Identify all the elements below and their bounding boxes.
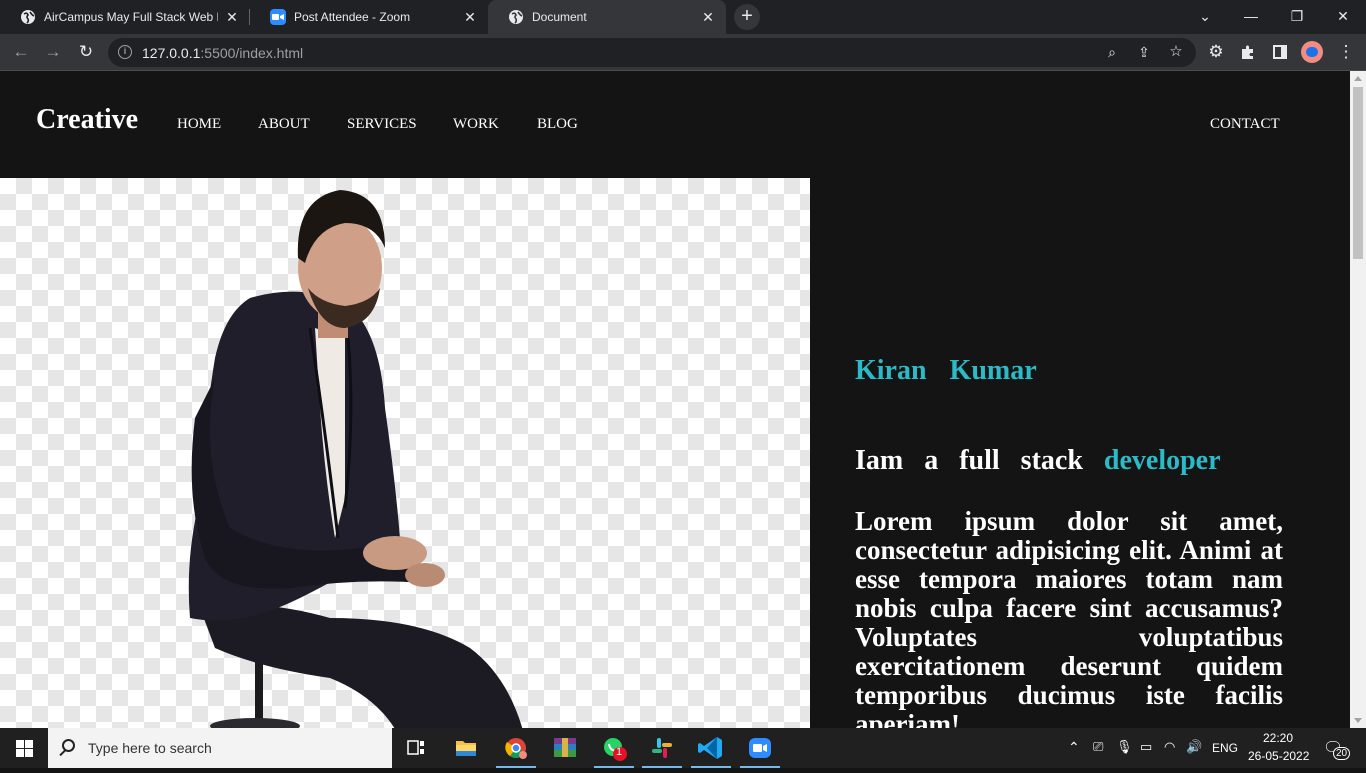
hero-name: Kiran Kumar (855, 355, 1037, 386)
wifi-icon[interactable]: ◠ (1164, 739, 1175, 755)
share-icon[interactable]: ⇪ (1132, 40, 1156, 64)
side-panel-icon[interactable] (1268, 40, 1292, 64)
extensions-puzzle-icon[interactable] (1236, 40, 1260, 64)
whatsapp-badge: 1 (616, 746, 623, 758)
microphone-icon[interactable]: 🎙 (1116, 739, 1133, 755)
tab-title: AirCampus May Full Stack Web D (44, 10, 218, 24)
whatsapp-icon[interactable]: 1 (590, 728, 638, 768)
language-indicator[interactable]: ENG (1212, 741, 1238, 755)
man-in-suit-illustration (188, 190, 523, 728)
windows-logo-icon (16, 740, 24, 748)
taskbar-search-box[interactable]: Type here to search (48, 728, 392, 768)
scroll-up-arrow-icon[interactable] (1354, 76, 1362, 81)
restore-button[interactable]: ❐ (1274, 0, 1320, 34)
search-icon (62, 739, 75, 752)
windows-taskbar: Type here to search 1 ⌃ ⎚ 🎙 ▭ ◠ 🔊 ENG 22… (0, 728, 1366, 768)
nav-home[interactable]: HOME (177, 116, 221, 133)
zoom-icon (270, 9, 286, 25)
vscode-icon[interactable] (687, 728, 735, 768)
url-text: 127.0.0.1:5500/index.html (142, 45, 304, 61)
forward-button[interactable]: → (41, 40, 65, 64)
tagline-accent: developer (1103, 445, 1221, 476)
tab-title: Post Attendee - Zoom (294, 10, 411, 24)
zoom-app-icon[interactable] (736, 728, 784, 768)
site-navbar: Creative HOME ABOUT SERVICES WORK BLOG C… (0, 71, 1350, 178)
nav-about[interactable]: ABOUT (258, 116, 310, 133)
extension-gear-icon[interactable]: ⚙ (1204, 40, 1228, 64)
reload-button[interactable]: ↻ (74, 40, 98, 64)
clock-date[interactable]: 26-05-2022 (1248, 749, 1309, 763)
battery-icon[interactable]: ▭ (1140, 739, 1152, 755)
notification-count: 20 (1333, 747, 1351, 760)
browser-toolbar: ← → ↻ i 127.0.0.1:5500/index.html ⌕ ⇪ ☆ … (0, 34, 1366, 71)
scroll-down-arrow-icon[interactable] (1354, 718, 1362, 723)
bookmark-star-icon[interactable]: ☆ (1164, 40, 1188, 64)
tab-zoom[interactable]: Post Attendee - Zoom ✕ (250, 0, 488, 34)
hero-portrait-image (0, 178, 810, 728)
meet-now-icon[interactable]: ⎚ (1093, 739, 1103, 755)
volume-icon[interactable]: 🔊 (1186, 739, 1202, 755)
nav-blog[interactable]: BLOG (537, 116, 578, 133)
close-window-button[interactable]: ✕ (1320, 0, 1366, 34)
tagline-text: Iam a full stack (855, 445, 1104, 476)
chevron-up-icon[interactable]: ⌃ (1068, 739, 1080, 756)
new-tab-button[interactable]: + (734, 4, 760, 30)
slack-icon[interactable] (638, 728, 686, 768)
hero-paragraph: Lorem ipsum dolor sit amet, consectetur … (855, 506, 1283, 729)
tab-document[interactable]: Document ✕ (488, 0, 726, 34)
start-button[interactable] (0, 728, 48, 768)
tab-title: Document (532, 10, 587, 24)
globe-icon (508, 9, 524, 25)
back-button[interactable]: ← (9, 40, 33, 64)
clock-time[interactable]: 22:20 (1263, 731, 1293, 745)
address-bar[interactable]: i 127.0.0.1:5500/index.html ⌕ ⇪ ☆ (108, 38, 1196, 67)
globe-icon (20, 9, 36, 25)
tab-search-icon[interactable]: ⌄ (1182, 0, 1228, 34)
close-tab-icon[interactable]: ✕ (224, 9, 240, 25)
page-scrollbar[interactable] (1350, 71, 1366, 728)
scrollbar-thumb[interactable] (1353, 87, 1363, 259)
hero-tagline: Iam a full stack developer (855, 445, 1221, 477)
search-placeholder: Type here to search (88, 740, 212, 756)
minimize-button[interactable]: — (1228, 0, 1274, 34)
brand-logo[interactable]: Creative (36, 104, 138, 136)
task-view-icon[interactable] (392, 728, 440, 768)
nav-services[interactable]: SERVICES (347, 116, 417, 133)
file-explorer-icon[interactable] (442, 728, 490, 768)
nav-contact[interactable]: CONTACT (1210, 116, 1280, 133)
chrome-icon[interactable] (492, 728, 540, 768)
tab-aircampus[interactable]: AirCampus May Full Stack Web D ✕ (0, 0, 250, 34)
menu-kebab-icon[interactable]: ⋮ (1334, 40, 1358, 64)
nav-work[interactable]: WORK (453, 116, 499, 133)
site-info-icon[interactable]: i (118, 45, 132, 59)
winrar-icon[interactable] (541, 728, 589, 768)
close-tab-icon[interactable]: ✕ (700, 9, 716, 25)
page-viewport: Creative HOME ABOUT SERVICES WORK BLOG C… (0, 71, 1350, 728)
profile-avatar[interactable] (1301, 41, 1323, 63)
zoom-icon[interactable]: ⌕ (1100, 40, 1124, 64)
close-tab-icon[interactable]: ✕ (462, 9, 478, 25)
tab-strip: AirCampus May Full Stack Web D ✕ Post At… (0, 0, 1366, 34)
